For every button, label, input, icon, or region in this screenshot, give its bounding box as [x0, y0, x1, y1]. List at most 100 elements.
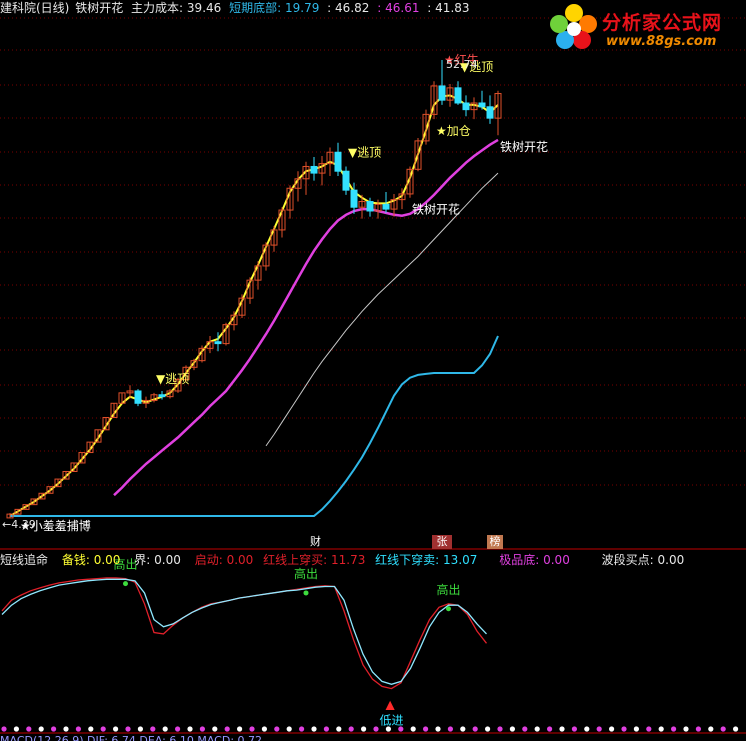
series-line-3	[265, 172, 499, 447]
bottom-dot-22	[274, 726, 280, 732]
lower-v1: 0.00	[93, 553, 121, 567]
high-out-dot-0	[123, 581, 128, 587]
stock-title: 建科院(日线)	[0, 1, 70, 15]
bottom-dot-58	[720, 726, 726, 732]
bottom-dot-6	[75, 726, 81, 732]
lower-l1: 备钱:	[61, 553, 90, 567]
bottom-dot-34	[423, 726, 429, 732]
candle-body-54	[438, 85, 446, 101]
value-3: 46.82	[335, 1, 370, 15]
low-price-label: ←4.39	[2, 518, 36, 531]
bottom-dot-37	[460, 726, 466, 732]
bottom-dot-7	[88, 726, 94, 732]
bottom-dot-1	[13, 726, 19, 732]
bottom-dot-56	[695, 726, 702, 732]
candle-body-16	[134, 390, 142, 404]
bottom-dot-52	[646, 726, 652, 732]
lower-v2: 0.00	[154, 553, 181, 567]
candle-body-60	[486, 106, 494, 119]
high-out-dot-1	[303, 590, 309, 596]
candle-body-45	[366, 201, 374, 212]
bottom-dot-11	[137, 726, 143, 732]
candle-body-42	[342, 170, 350, 191]
bottom-dot-39	[485, 726, 491, 732]
bottom-dot-51	[633, 726, 640, 732]
annotation-label-7: 铁树开花	[500, 139, 548, 154]
bottom-dot-21	[261, 726, 267, 732]
bottom-dot-30	[373, 726, 379, 732]
lower-l2: 界:	[134, 553, 151, 567]
cost-value: 39.46	[186, 1, 222, 15]
annotation-label-2: ▼逃顶	[348, 145, 381, 159]
bottom-dot-10	[125, 726, 131, 732]
annotation-label-3: 铁树开花	[412, 202, 460, 217]
lower-l6: 极品底:	[499, 553, 540, 567]
bottom-dot-4	[51, 726, 57, 732]
bottom-dot-13	[162, 726, 168, 732]
flower-logo-icon	[550, 4, 597, 49]
lower-line-1	[1, 577, 488, 690]
bottom-dot-26	[323, 726, 329, 732]
lower-l5: 红线下穿卖:	[375, 553, 440, 567]
site-watermark: 分析家公式网 www.88gs.com	[548, 2, 744, 54]
low-in-arrow-icon: ▲	[386, 698, 396, 712]
bottom-dot-20	[249, 726, 255, 732]
bottom-dot-8	[100, 726, 106, 732]
bottom-dot-47	[584, 726, 590, 732]
watermark-title: 分析家公式网	[602, 12, 723, 34]
lower-v7: 0.00	[657, 553, 685, 567]
value-5: 41.83	[435, 1, 470, 15]
bottom-dot-41	[509, 726, 515, 732]
macd-strip: MACD(12,26,9) DIF: 6.74 DEA: 6.10 MACD: …	[0, 735, 262, 741]
lower-indicator: 高出高出高出▲低进	[1, 557, 739, 732]
bottom-dot-29	[361, 726, 367, 732]
lower-l3: 启动:	[194, 553, 223, 567]
lower-v3: 0.00	[226, 553, 254, 567]
bottom-dot-57	[708, 726, 714, 732]
bottom-dot-28	[348, 726, 354, 732]
bottom-dot-54	[671, 726, 677, 732]
bottom-dot-33	[410, 726, 416, 732]
bottom-dot-42	[522, 726, 528, 732]
cost-label: 主力成本:	[131, 1, 184, 15]
high-price-label: 52.74	[446, 58, 478, 71]
lower-line-2	[1, 578, 487, 685]
candle-body-38	[310, 165, 318, 174]
marker-zhang: 张	[432, 535, 452, 549]
bottom-dot-48	[596, 726, 602, 732]
bottom-dot-32	[398, 726, 404, 732]
bottom-dot-12	[150, 726, 156, 732]
bottom-dot-35	[435, 726, 441, 732]
bottom-dot-17	[212, 726, 218, 732]
bottom-dot-15	[187, 726, 193, 732]
bottom-value: 19.79	[284, 1, 320, 15]
lower-name: 短线追命	[0, 553, 49, 567]
candle-body-59	[478, 102, 486, 108]
bottom-dot-45	[559, 726, 565, 732]
stock-chart-stage: ★小羞羞捕博 ▼逃顶 ▼逃顶 铁树开花 ★加仓 ★红牛 ▼逃顶 铁树开花 ←4.39 52.74 …	[0, 0, 746, 741]
candle-body-56	[454, 87, 462, 104]
bottom-dot-36	[447, 726, 453, 732]
candle-body-43	[350, 189, 358, 208]
stock-chart-svg: ★小羞羞捕博▼逃顶▼逃顶铁树开花★加仓★红牛▼逃顶铁树开花←4.3952.74 …	[0, 17, 746, 734]
bottom-dot-55	[683, 726, 689, 732]
bottom-dot-23	[286, 726, 292, 732]
bottom-dot-46	[571, 726, 578, 732]
bottom-dot-0	[1, 726, 7, 732]
bottom-dot-38	[472, 726, 478, 732]
candle-body-47	[382, 203, 390, 210]
annotation-label-4: ★加仓	[436, 124, 471, 138]
candle-body-41	[334, 151, 342, 172]
bottom-dot-31	[385, 726, 391, 732]
bottom-dot-44	[547, 726, 553, 732]
bottom-dot-24	[299, 726, 305, 732]
watermark-url: www.88gs.com	[606, 34, 717, 49]
bottom-dot-49	[609, 726, 615, 732]
bottom-label: 短期底部:	[229, 1, 282, 15]
series-line-4	[10, 335, 499, 517]
bottom-dot-19	[237, 726, 243, 732]
lower-v6: 0.00	[543, 553, 570, 567]
marker-bang: 榜	[487, 535, 503, 549]
bottom-dot-2	[26, 726, 32, 732]
bottom-dot-16	[199, 726, 205, 732]
